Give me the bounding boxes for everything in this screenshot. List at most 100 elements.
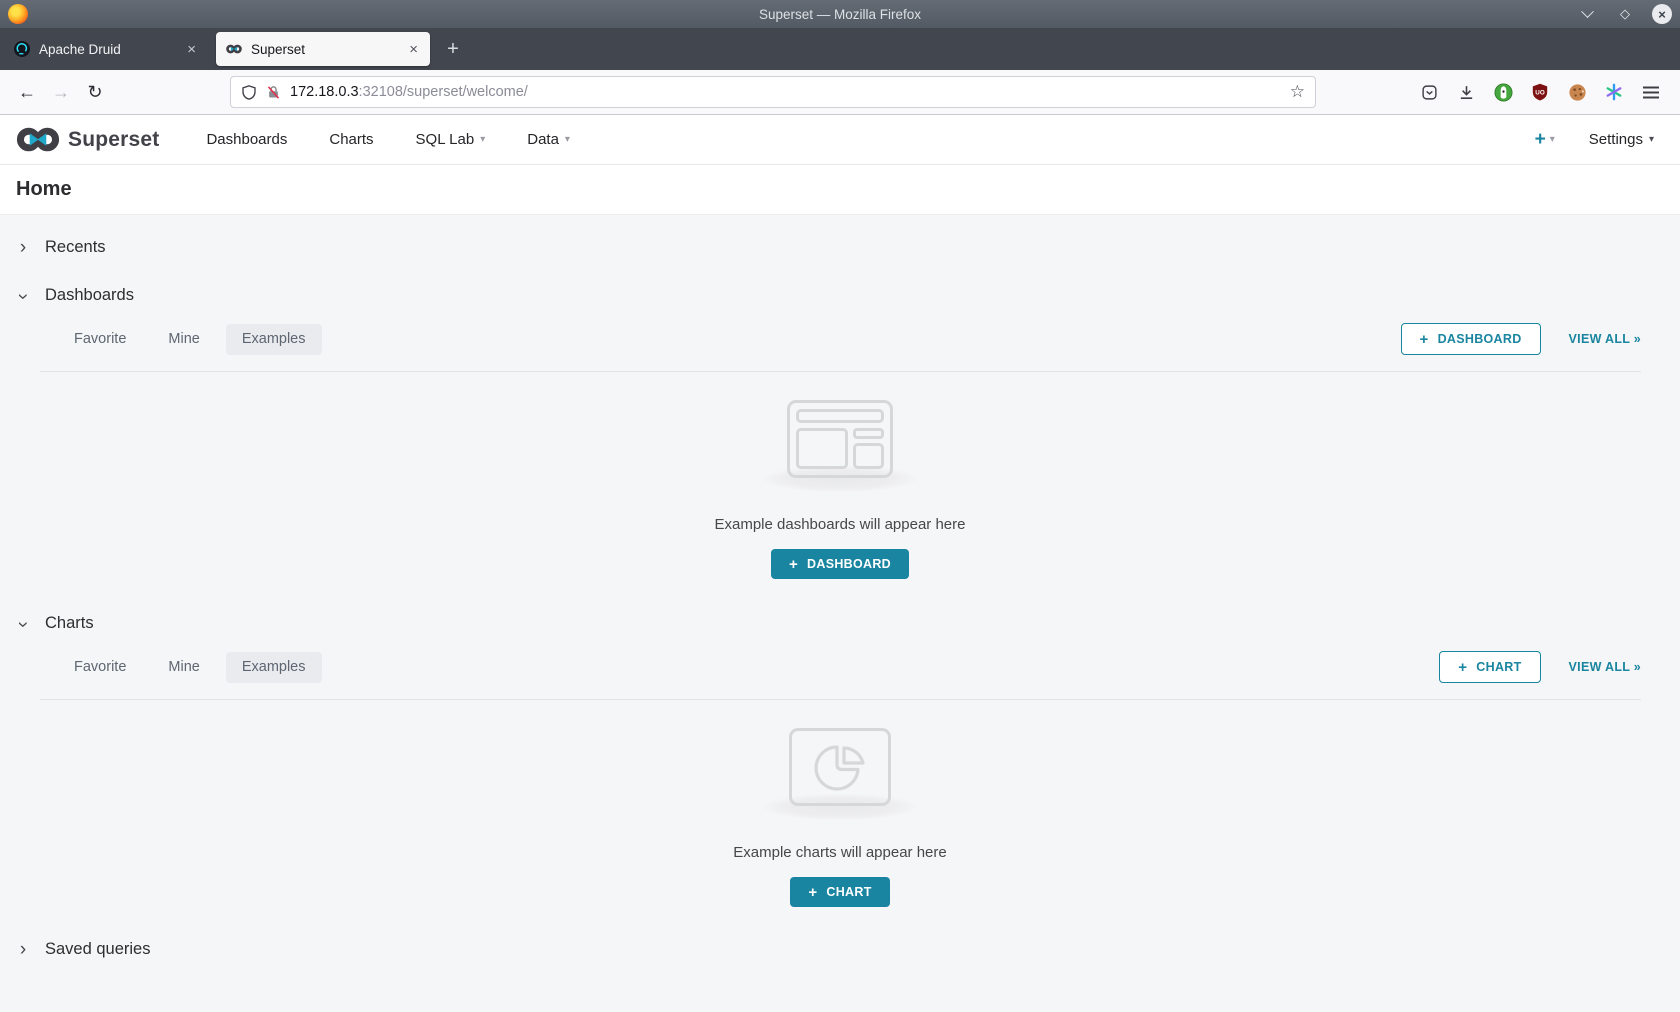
chart-placeholder-image [789,728,891,806]
close-tab-icon[interactable]: × [185,41,198,58]
window-controls: ◇ × [1576,3,1672,25]
charts-panel-head: Favorite Mine Examples + CHART VIEW ALL … [40,651,1641,683]
url-host: 172.18.0.3 [290,84,359,100]
tab-bar: Apache Druid × Superset × + [0,28,1680,70]
tab-superset[interactable]: Superset × [216,32,430,66]
tab-apache-druid[interactable]: Apache Druid × [4,32,208,66]
navbar-right: +▾ Settings▾ [1535,130,1664,149]
url-path: :32108/superset/welcome/ [359,84,528,100]
main-menu: Dashboards Charts SQL Lab ▾ Data ▾ [185,131,590,148]
nav-item-label: SQL Lab [416,131,475,148]
caret-down-icon: ▾ [1649,134,1654,145]
dashboards-empty-state: Example dashboards will appear here + DA… [0,400,1680,579]
brand-name: Superset [68,128,159,152]
superset-navbar: Superset Dashboards Charts SQL Lab ▾ Data… [0,115,1680,165]
tracking-protection-shield-icon[interactable] [241,84,257,101]
tab-label: Apache Druid [39,42,176,57]
dashboards-panel-head: Favorite Mine Examples + DASHBOARD VIEW … [40,323,1641,355]
nav-item-data[interactable]: Data ▾ [506,131,591,148]
add-chart-button[interactable]: + CHART [1439,651,1540,683]
ublock-origin-icon[interactable]: UO [1529,81,1551,103]
close-tab-icon[interactable]: × [407,41,420,58]
dashboards-filter-tabs: Favorite Mine Examples [40,324,322,355]
diamond-icon: ◇ [1620,6,1630,22]
button-label: CHART [1476,660,1521,674]
chevron-right-icon: › [16,238,30,257]
downloads-icon[interactable] [1455,81,1477,103]
forward-button[interactable]: → [46,77,76,107]
insecure-lock-icon[interactable] [266,84,281,101]
nav-item-label: Dashboards [206,131,287,148]
plus-icon: + [1458,660,1467,675]
nav-item-charts[interactable]: Charts [308,131,394,148]
section-label: Recents [45,238,106,257]
divider [40,371,1641,372]
tab-mine[interactable]: Mine [152,652,215,683]
chevron-down-icon [1581,5,1594,18]
charts-empty-text: Example charts will appear here [0,844,1680,861]
add-new-menu-button[interactable]: +▾ [1535,130,1555,149]
cookie-extension-icon[interactable] [1566,81,1588,103]
superset-logo[interactable]: Superset [16,124,159,155]
add-dashboard-button[interactable]: + DASHBOARD [1401,323,1541,355]
button-label: DASHBOARD [807,557,891,571]
extension-icons: UO [1418,81,1668,103]
divider [40,699,1641,700]
pocket-save-icon[interactable] [1418,81,1440,103]
button-label: CHART [826,885,871,899]
maximize-button[interactable]: ◇ [1614,3,1636,25]
page-title-band: Home [0,165,1680,215]
section-recents-header[interactable]: › Recents [0,225,1680,269]
tab-mine[interactable]: Mine [152,324,215,355]
nav-item-label: Data [527,131,559,148]
settings-menu-button[interactable]: Settings▾ [1589,131,1654,148]
minimize-button[interactable] [1576,3,1598,25]
section-dashboards-header[interactable]: › Dashboards [0,273,1680,317]
welcome-content: › Recents › Dashboards Favorite Mine Exa… [0,225,1680,920]
window-titlebar: Superset — Mozilla Firefox ◇ × [0,0,1680,28]
plus-icon: + [1535,130,1546,149]
page-title: Home [16,178,72,201]
svg-text:UO: UO [1535,89,1545,96]
section-charts-header[interactable]: › Charts [0,601,1680,645]
section-saved-queries-header[interactable]: › Saved queries [0,927,1680,971]
tab-favorite[interactable]: Favorite [58,324,142,355]
new-tab-button[interactable]: + [438,34,468,64]
url-text: 172.18.0.3:32108/superset/welcome/ [290,84,528,100]
nav-item-sql-lab[interactable]: SQL Lab ▾ [395,131,507,148]
nav-item-label: Charts [329,131,373,148]
superset-favicon-icon [226,41,242,57]
section-label: Dashboards [45,286,134,305]
bookmark-star-icon[interactable]: ☆ [1290,82,1305,102]
browser-toolbar: ← → ↻ 172.18.0.3:32108/superset/welcome/… [0,70,1680,115]
tab-label: Superset [251,42,398,57]
window-title: Superset — Mozilla Firefox [0,7,1680,22]
dashboards-empty-text: Example dashboards will appear here [0,516,1680,533]
plus-icon: + [1420,332,1429,347]
tab-examples[interactable]: Examples [226,652,322,683]
privacy-badger-icon[interactable] [1492,81,1514,103]
tab-favorite[interactable]: Favorite [58,652,142,683]
dashboards-view-all-link[interactable]: VIEW ALL » [1569,332,1641,346]
druid-favicon-icon [14,41,30,57]
url-bar[interactable]: 172.18.0.3:32108/superset/welcome/ ☆ [230,76,1316,108]
nav-item-dashboards[interactable]: Dashboards [185,131,308,148]
dashboard-placeholder-image [787,400,893,478]
tab-examples[interactable]: Examples [226,324,322,355]
section-label: Saved queries [45,940,151,959]
charts-view-all-link[interactable]: VIEW ALL » [1569,660,1641,674]
chevron-down-icon: › [14,289,33,303]
close-window-button[interactable]: × [1652,4,1672,24]
create-dashboard-button[interactable]: + DASHBOARD [771,549,909,579]
hamburger-menu-icon[interactable] [1640,81,1662,103]
plus-icon: + [808,885,817,900]
caret-down-icon: ▾ [1550,134,1555,145]
create-chart-button[interactable]: + CHART [790,877,889,907]
chevron-right-icon: › [16,940,30,959]
button-label: DASHBOARD [1438,332,1522,346]
caret-down-icon: ▾ [480,134,485,145]
caret-down-icon: ▾ [565,134,570,145]
back-button[interactable]: ← [12,77,42,107]
reload-button[interactable]: ↻ [80,77,110,107]
asterisk-extension-icon[interactable] [1603,81,1625,103]
